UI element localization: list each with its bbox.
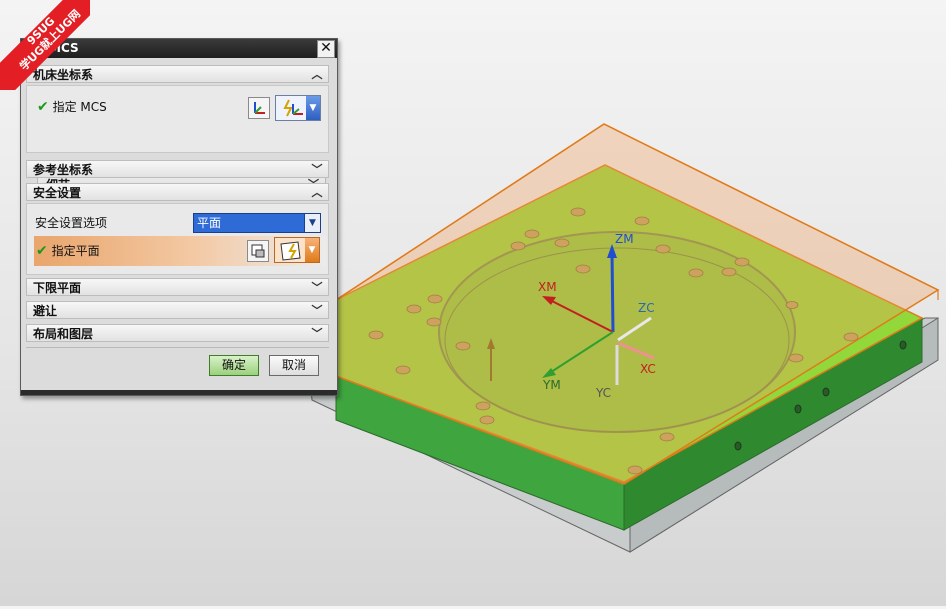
dialog-bottom-border [21, 390, 337, 395]
site-watermark: 9SUG 学UG就上UG网 [0, 0, 90, 90]
axis-label-xm: XM [538, 280, 557, 294]
chevron-down-icon[interactable]: ▼ [306, 96, 320, 120]
close-button[interactable]: ✕ [317, 40, 335, 58]
specify-plane-label: 指定平面 [51, 244, 100, 258]
section-reference-csys-title: 参考坐标系 [33, 163, 94, 177]
csys-icon [254, 102, 265, 114]
specify-plane-label-wrap: ✔ 指定平面 [36, 243, 100, 259]
axis-label-zc: ZC [638, 301, 655, 315]
chevron-up-icon[interactable]: ︿ [310, 66, 324, 84]
axis-label-xc: XC [640, 362, 656, 376]
specify-plane-row[interactable]: ✔ 指定平面 ▼ [34, 236, 326, 266]
clearance-option-select[interactable]: 平面 ▼ [193, 213, 321, 233]
chevron-down-icon[interactable]: ﹀ [310, 325, 324, 343]
chevron-down-icon[interactable]: ▼ [305, 238, 319, 262]
check-icon: ✔ [37, 99, 49, 115]
section-lower-limit-plane-title: 下限平面 [33, 281, 82, 295]
chevron-down-icon[interactable]: ﹀ [310, 302, 324, 320]
check-icon: ✔ [36, 243, 48, 259]
specify-mcs-row: ✔ 指定 MCS [37, 99, 107, 115]
section-layout-layers-title: 布局和图层 [33, 327, 94, 341]
ok-button[interactable]: 确定 [209, 355, 259, 376]
chevron-up-icon[interactable]: ︿ [310, 184, 324, 202]
machine-csys-panel: ✔ 指定 MCS ▼ 细节 ﹀ [26, 85, 329, 195]
mcs-dialog: MCS ✕ 机床坐标系 ︿ ✔ 指定 MCS ▼ 参考坐标系 ﹀ 安全设置 ︿ … [20, 38, 338, 396]
inferred-plane-icon [280, 241, 301, 261]
section-avoidance-title: 避让 [33, 304, 58, 318]
axis-label-ym: YM [543, 378, 561, 392]
section-avoidance[interactable]: 避让 ﹀ [26, 301, 329, 319]
inferred-csys-icon [283, 99, 303, 117]
specify-mcs-label: 指定 MCS [52, 100, 107, 114]
cancel-button[interactable]: 取消 [269, 355, 319, 376]
section-layout-layers[interactable]: 布局和图层 ﹀ [26, 324, 329, 342]
section-clearance-title: 安全设置 [33, 186, 82, 200]
section-lower-limit-plane[interactable]: 下限平面 ﹀ [26, 278, 329, 296]
plane-dialog-button[interactable] [247, 240, 269, 262]
section-reference-csys[interactable]: 参考坐标系 ﹀ [26, 160, 329, 178]
plane-icon [251, 244, 265, 258]
csys-type-dropdown[interactable]: ▼ [275, 95, 321, 121]
chevron-down-icon[interactable]: ﹀ [310, 279, 324, 297]
chevron-down-icon[interactable]: ▼ [304, 214, 320, 232]
clearance-option-label: 安全设置选项 [35, 216, 108, 230]
watermark-line2: 学UG就上UG网 [17, 7, 84, 74]
chevron-down-icon[interactable]: ﹀ [310, 161, 324, 179]
footer-divider [26, 347, 329, 348]
axis-label-zm: ZM [615, 232, 634, 246]
plane-type-dropdown[interactable]: ▼ [274, 237, 320, 263]
section-clearance[interactable]: 安全设置 ︿ [26, 183, 329, 201]
clearance-option-value: 平面 [197, 216, 222, 230]
csys-dialog-button[interactable] [248, 97, 270, 119]
axis-label-yc: YC [596, 386, 612, 400]
